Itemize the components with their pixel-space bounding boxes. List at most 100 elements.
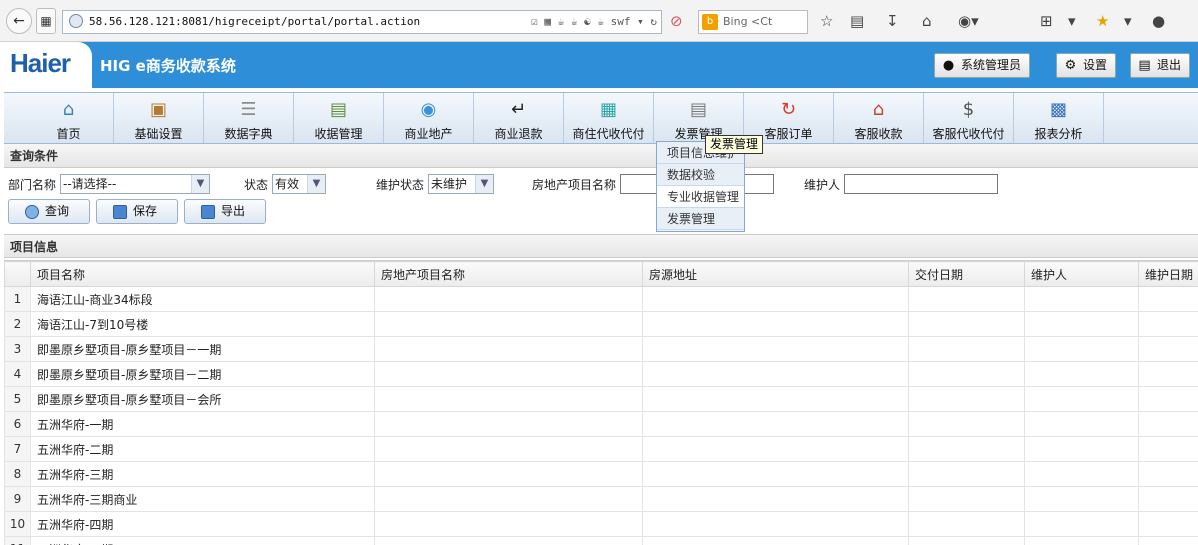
home-browser-icon[interactable]: ⌂ [922, 12, 932, 30]
project-name-cell[interactable]: 五洲华府-三期商业 [30, 486, 375, 512]
table-row[interactable]: 10 五洲华府-四期 [4, 511, 1198, 537]
table-cell[interactable] [642, 361, 909, 387]
table-cell[interactable] [642, 411, 909, 437]
table-cell[interactable] [1024, 386, 1139, 412]
menu-item-residential-collect[interactable]: ▦ 商住代收代付 [564, 93, 654, 143]
table-cell[interactable] [1024, 411, 1139, 437]
menu-item-service-collect[interactable]: ⌂ 客服收款 [834, 93, 924, 143]
chat-icon[interactable]: ● [1152, 12, 1165, 30]
crop-icon[interactable]: ⊞ [1040, 12, 1053, 30]
table-row[interactable]: 8 五洲华府-三期 [4, 461, 1198, 487]
column-header[interactable]: 项目名称 [30, 261, 375, 287]
table-row[interactable]: 11五洲华府-五期 [4, 536, 1198, 545]
favorite-icon[interactable]: ★ [1096, 12, 1109, 30]
table-cell[interactable] [374, 311, 643, 337]
reader-icon[interactable]: ▤ [850, 12, 864, 30]
column-header[interactable]: 维护日期 [1138, 261, 1198, 287]
menu-item-receipt[interactable]: ▤ 收据管理 [294, 93, 384, 143]
dropdown-item-data-check[interactable]: 数据校验 [657, 164, 744, 186]
admin-button[interactable]: ● 系统管理员 [934, 53, 1031, 78]
table-cell[interactable] [1138, 336, 1198, 362]
sync-icon[interactable]: ◉▾ [958, 12, 979, 30]
table-row[interactable]: 2 海语江山-7到10号楼 [4, 311, 1198, 337]
table-cell[interactable] [908, 386, 1025, 412]
table-cell[interactable] [1138, 486, 1198, 512]
project-name-cell[interactable]: 五洲华府-二期 [30, 436, 375, 462]
table-cell[interactable] [642, 536, 909, 545]
maintainer-input[interactable] [844, 174, 998, 194]
table-cell[interactable] [1138, 361, 1198, 387]
table-row[interactable]: 4 即墨原乡墅项目-原乡墅项目－二期 [4, 361, 1198, 387]
project-name-cell[interactable]: 五洲华府-三期 [30, 461, 375, 487]
table-cell[interactable] [1024, 436, 1139, 462]
table-cell[interactable] [1138, 461, 1198, 487]
table-cell[interactable] [374, 486, 643, 512]
dropdown-item-receipt-manage[interactable]: 专业收据管理 [657, 186, 744, 208]
project-name-cell[interactable]: 即墨原乡墅项目-原乡墅项目－二期 [30, 361, 375, 387]
project-name-cell[interactable]: 五洲华府-一期 [30, 411, 375, 437]
column-header[interactable]: 维护人 [1024, 261, 1139, 287]
project-name-cell[interactable]: 五洲华府-五期 [30, 536, 375, 545]
settings-button[interactable]: ⚙ 设置 [1056, 53, 1117, 78]
table-cell[interactable] [908, 361, 1025, 387]
table-cell[interactable] [1024, 486, 1139, 512]
table-cell[interactable] [1138, 511, 1198, 537]
table-cell[interactable] [908, 286, 1025, 312]
search-box[interactable]: b Bing <Ct [698, 10, 808, 34]
column-header[interactable]: 房源地址 [642, 261, 909, 287]
table-cell[interactable] [1138, 286, 1198, 312]
table-cell[interactable] [908, 436, 1025, 462]
table-cell[interactable] [1138, 436, 1198, 462]
table-cell[interactable] [908, 486, 1025, 512]
table-cell[interactable] [1024, 511, 1139, 537]
search-button[interactable]: 查询 [8, 199, 90, 224]
table-row[interactable]: 5 即墨原乡墅项目-原乡墅项目－会所 [4, 386, 1198, 412]
table-cell[interactable] [908, 511, 1025, 537]
more-arrow-icon[interactable]: ▾ [1124, 12, 1132, 30]
status-select[interactable]: 有效 ▼ [272, 174, 326, 194]
table-cell[interactable] [642, 386, 909, 412]
table-cell[interactable] [1024, 286, 1139, 312]
menu-item-basic-settings[interactable]: ▣ 基础设置 [114, 93, 204, 143]
maint-status-select[interactable]: 未维护 ▼ [428, 174, 494, 194]
menu-item-commercial-refund[interactable]: ↵ 商业退款 [474, 93, 564, 143]
table-cell[interactable] [908, 536, 1025, 545]
table-cell[interactable] [908, 311, 1025, 337]
table-cell[interactable] [1024, 461, 1139, 487]
table-cell[interactable] [1024, 336, 1139, 362]
table-cell[interactable] [374, 386, 643, 412]
table-cell[interactable] [908, 336, 1025, 362]
project-name-cell[interactable]: 海语江山-商业34标段 [30, 286, 375, 312]
download-icon[interactable]: ↧ [886, 12, 899, 30]
table-row[interactable]: 9 五洲华府-三期商业 [4, 486, 1198, 512]
table-cell[interactable] [1138, 411, 1198, 437]
table-row[interactable]: 7 五洲华府-二期 [4, 436, 1198, 462]
table-cell[interactable] [1138, 386, 1198, 412]
table-cell[interactable] [642, 461, 909, 487]
table-cell[interactable] [642, 436, 909, 462]
table-cell[interactable] [908, 411, 1025, 437]
logout-button[interactable]: ▤ 退出 [1130, 53, 1191, 78]
block-icon[interactable]: ⊘ [670, 12, 683, 30]
table-cell[interactable] [1138, 536, 1198, 545]
table-cell[interactable] [374, 436, 643, 462]
table-cell[interactable] [1138, 311, 1198, 337]
table-cell[interactable] [374, 336, 643, 362]
table-cell[interactable] [374, 286, 643, 312]
table-cell[interactable] [1024, 361, 1139, 387]
address-bar[interactable]: 58.56.128.121:8081/higreceipt/portal/por… [62, 10, 662, 34]
back-button[interactable]: ← [6, 8, 32, 34]
project-name-cell[interactable]: 五洲华府-四期 [30, 511, 375, 537]
table-cell[interactable] [1024, 536, 1139, 545]
table-cell[interactable] [642, 311, 909, 337]
table-cell[interactable] [374, 536, 643, 545]
tabs-grid-icon[interactable]: ▦ [36, 8, 56, 34]
column-header[interactable]: 房地产项目名称 [374, 261, 643, 287]
table-row[interactable]: 1 海语江山-商业34标段 [4, 286, 1198, 312]
project-name-cell[interactable]: 即墨原乡墅项目-原乡墅项目－会所 [30, 386, 375, 412]
table-cell[interactable] [374, 411, 643, 437]
table-cell[interactable] [642, 511, 909, 537]
table-row[interactable]: 6 五洲华府-一期 [4, 411, 1198, 437]
dropdown-item-invoice-manage[interactable]: 发票管理 [657, 208, 744, 230]
table-cell[interactable] [1024, 311, 1139, 337]
